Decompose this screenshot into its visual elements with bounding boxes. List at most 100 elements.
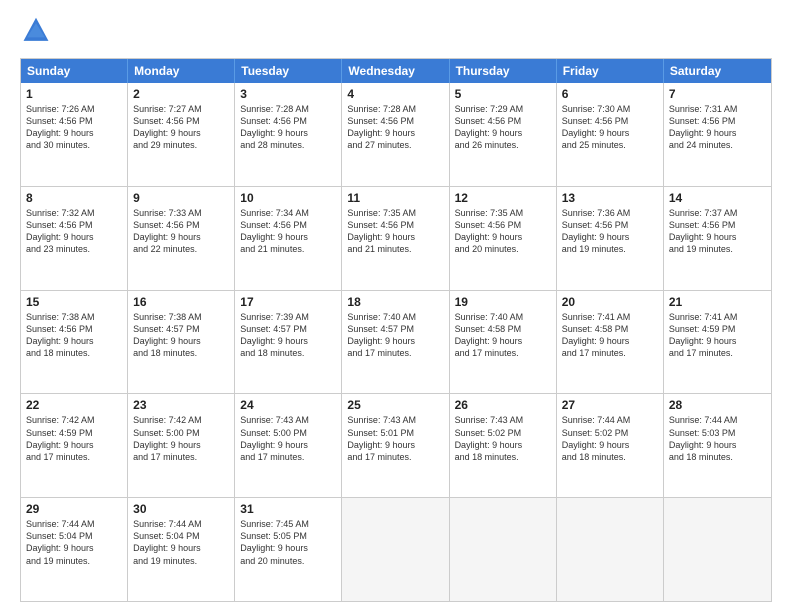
cell-text: Sunrise: 7:29 AM Sunset: 4:56 PM Dayligh… (455, 103, 551, 152)
calendar-cell (342, 498, 449, 601)
calendar-cell: 17 Sunrise: 7:39 AM Sunset: 4:57 PM Dayli… (235, 291, 342, 394)
cell-text: Sunrise: 7:45 AM Sunset: 5:05 PM Dayligh… (240, 518, 336, 567)
day-number: 22 (26, 398, 122, 412)
day-number: 13 (562, 191, 658, 205)
calendar-body: 1 Sunrise: 7:26 AM Sunset: 4:56 PM Daylig… (21, 83, 771, 601)
day-number: 9 (133, 191, 229, 205)
calendar-cell: 12 Sunrise: 7:35 AM Sunset: 4:56 PM Dayli… (450, 187, 557, 290)
day-number: 29 (26, 502, 122, 516)
cell-text: Sunrise: 7:38 AM Sunset: 4:57 PM Dayligh… (133, 311, 229, 360)
day-number: 12 (455, 191, 551, 205)
calendar-cell: 7Sunrise: 7:31 AM Sunset: 4:56 PM Daylig… (664, 83, 771, 186)
cell-text: Sunrise: 7:28 AM Sunset: 4:56 PM Dayligh… (240, 103, 336, 152)
calendar-cell: 30 Sunrise: 7:44 AM Sunset: 5:04 PM Dayli… (128, 498, 235, 601)
day-number: 8 (26, 191, 122, 205)
day-number: 27 (562, 398, 658, 412)
calendar-cell: 31 Sunrise: 7:45 AM Sunset: 5:05 PM Dayli… (235, 498, 342, 601)
cal-header-cell: Monday (128, 59, 235, 83)
cell-text: Sunrise: 7:27 AM Sunset: 4:56 PM Dayligh… (133, 103, 229, 152)
day-number: 2 (133, 87, 229, 101)
cell-text: Sunrise: 7:40 AM Sunset: 4:57 PM Dayligh… (347, 311, 443, 360)
cell-text: Sunrise: 7:35 AM Sunset: 4:56 PM Dayligh… (347, 207, 443, 256)
day-number: 16 (133, 295, 229, 309)
cell-text: Sunrise: 7:33 AM Sunset: 4:56 PM Dayligh… (133, 207, 229, 256)
calendar-row: 22Sunrise: 7:42 AM Sunset: 4:59 PM Dayli… (21, 394, 771, 498)
calendar-row: 15 Sunrise: 7:38 AM Sunset: 4:56 PM Dayli… (21, 291, 771, 395)
day-number: 5 (455, 87, 551, 101)
cell-text: Sunrise: 7:26 AM Sunset: 4:56 PM Dayligh… (26, 103, 122, 152)
cell-text: Sunrise: 7:43 AM Sunset: 5:01 PM Dayligh… (347, 414, 443, 463)
cell-text: Sunrise: 7:41 AM Sunset: 4:58 PM Dayligh… (562, 311, 658, 360)
cell-text: Sunrise: 7:43 AM Sunset: 5:02 PM Dayligh… (455, 414, 551, 463)
cell-text: Sunrise: 7:44 AM Sunset: 5:04 PM Dayligh… (26, 518, 122, 567)
day-number: 3 (240, 87, 336, 101)
calendar-cell: 19Sunrise: 7:40 AM Sunset: 4:58 PM Dayli… (450, 291, 557, 394)
calendar-cell: 2 Sunrise: 7:27 AM Sunset: 4:56 PM Daylig… (128, 83, 235, 186)
cell-text: Sunrise: 7:38 AM Sunset: 4:56 PM Dayligh… (26, 311, 122, 360)
day-number: 4 (347, 87, 443, 101)
day-number: 18 (347, 295, 443, 309)
cell-text: Sunrise: 7:44 AM Sunset: 5:02 PM Dayligh… (562, 414, 658, 463)
calendar-cell: 25 Sunrise: 7:43 AM Sunset: 5:01 PM Dayli… (342, 394, 449, 497)
calendar-cell: 26 Sunrise: 7:43 AM Sunset: 5:02 PM Dayli… (450, 394, 557, 497)
calendar-cell: 1 Sunrise: 7:26 AM Sunset: 4:56 PM Daylig… (21, 83, 128, 186)
day-number: 11 (347, 191, 443, 205)
calendar-cell: 6 Sunrise: 7:30 AM Sunset: 4:56 PM Daylig… (557, 83, 664, 186)
calendar-cell: 8 Sunrise: 7:32 AM Sunset: 4:56 PM Daylig… (21, 187, 128, 290)
calendar-cell: 29 Sunrise: 7:44 AM Sunset: 5:04 PM Dayli… (21, 498, 128, 601)
cell-text: Sunrise: 7:44 AM Sunset: 5:03 PM Dayligh… (669, 414, 766, 463)
day-number: 23 (133, 398, 229, 412)
calendar-cell (557, 498, 664, 601)
day-number: 1 (26, 87, 122, 101)
calendar-cell: 28 Sunrise: 7:44 AM Sunset: 5:03 PM Dayli… (664, 394, 771, 497)
calendar-cell: 21Sunrise: 7:41 AM Sunset: 4:59 PM Dayli… (664, 291, 771, 394)
day-number: 15 (26, 295, 122, 309)
cell-text: Sunrise: 7:32 AM Sunset: 4:56 PM Dayligh… (26, 207, 122, 256)
cal-header-cell: Sunday (21, 59, 128, 83)
cell-text: Sunrise: 7:41 AM Sunset: 4:59 PM Dayligh… (669, 311, 766, 360)
calendar-cell (664, 498, 771, 601)
day-number: 31 (240, 502, 336, 516)
cal-header-cell: Wednesday (342, 59, 449, 83)
cell-text: Sunrise: 7:28 AM Sunset: 4:56 PM Dayligh… (347, 103, 443, 152)
cell-text: Sunrise: 7:43 AM Sunset: 5:00 PM Dayligh… (240, 414, 336, 463)
calendar-row: 1 Sunrise: 7:26 AM Sunset: 4:56 PM Daylig… (21, 83, 771, 187)
cell-text: Sunrise: 7:35 AM Sunset: 4:56 PM Dayligh… (455, 207, 551, 256)
day-number: 10 (240, 191, 336, 205)
calendar-cell: 13 Sunrise: 7:36 AM Sunset: 4:56 PM Dayli… (557, 187, 664, 290)
calendar-cell: 3 Sunrise: 7:28 AM Sunset: 4:56 PM Daylig… (235, 83, 342, 186)
calendar-cell: 18 Sunrise: 7:40 AM Sunset: 4:57 PM Dayli… (342, 291, 449, 394)
day-number: 17 (240, 295, 336, 309)
cell-text: Sunrise: 7:40 AM Sunset: 4:58 PM Dayligh… (455, 311, 551, 360)
cal-header-cell: Tuesday (235, 59, 342, 83)
cell-text: Sunrise: 7:34 AM Sunset: 4:56 PM Dayligh… (240, 207, 336, 256)
day-number: 20 (562, 295, 658, 309)
day-number: 6 (562, 87, 658, 101)
calendar-row: 29 Sunrise: 7:44 AM Sunset: 5:04 PM Dayli… (21, 498, 771, 601)
day-number: 30 (133, 502, 229, 516)
calendar-cell: 20 Sunrise: 7:41 AM Sunset: 4:58 PM Dayli… (557, 291, 664, 394)
logo (20, 16, 58, 48)
cell-text: Sunrise: 7:37 AM Sunset: 4:56 PM Dayligh… (669, 207, 766, 256)
calendar: SundayMondayTuesdayWednesdayThursdayFrid… (20, 58, 772, 602)
cell-text: Sunrise: 7:36 AM Sunset: 4:56 PM Dayligh… (562, 207, 658, 256)
day-number: 28 (669, 398, 766, 412)
cell-text: Sunrise: 7:44 AM Sunset: 5:04 PM Dayligh… (133, 518, 229, 567)
calendar-cell: 11 Sunrise: 7:35 AM Sunset: 4:56 PM Dayli… (342, 187, 449, 290)
calendar-cell: 4 Sunrise: 7:28 AM Sunset: 4:56 PM Daylig… (342, 83, 449, 186)
calendar-cell: 22Sunrise: 7:42 AM Sunset: 4:59 PM Dayli… (21, 394, 128, 497)
cell-text: Sunrise: 7:31 AM Sunset: 4:56 PM Dayligh… (669, 103, 766, 152)
calendar-cell: 16 Sunrise: 7:38 AM Sunset: 4:57 PM Dayli… (128, 291, 235, 394)
day-number: 25 (347, 398, 443, 412)
header (20, 16, 772, 48)
cell-text: Sunrise: 7:42 AM Sunset: 5:00 PM Dayligh… (133, 414, 229, 463)
calendar-cell: 23 Sunrise: 7:42 AM Sunset: 5:00 PM Dayli… (128, 394, 235, 497)
cell-text: Sunrise: 7:30 AM Sunset: 4:56 PM Dayligh… (562, 103, 658, 152)
day-number: 14 (669, 191, 766, 205)
calendar-cell: 9 Sunrise: 7:33 AM Sunset: 4:56 PM Daylig… (128, 187, 235, 290)
day-number: 24 (240, 398, 336, 412)
day-number: 26 (455, 398, 551, 412)
calendar-row: 8 Sunrise: 7:32 AM Sunset: 4:56 PM Daylig… (21, 187, 771, 291)
calendar-cell: 14 Sunrise: 7:37 AM Sunset: 4:56 PM Dayli… (664, 187, 771, 290)
cell-text: Sunrise: 7:39 AM Sunset: 4:57 PM Dayligh… (240, 311, 336, 360)
